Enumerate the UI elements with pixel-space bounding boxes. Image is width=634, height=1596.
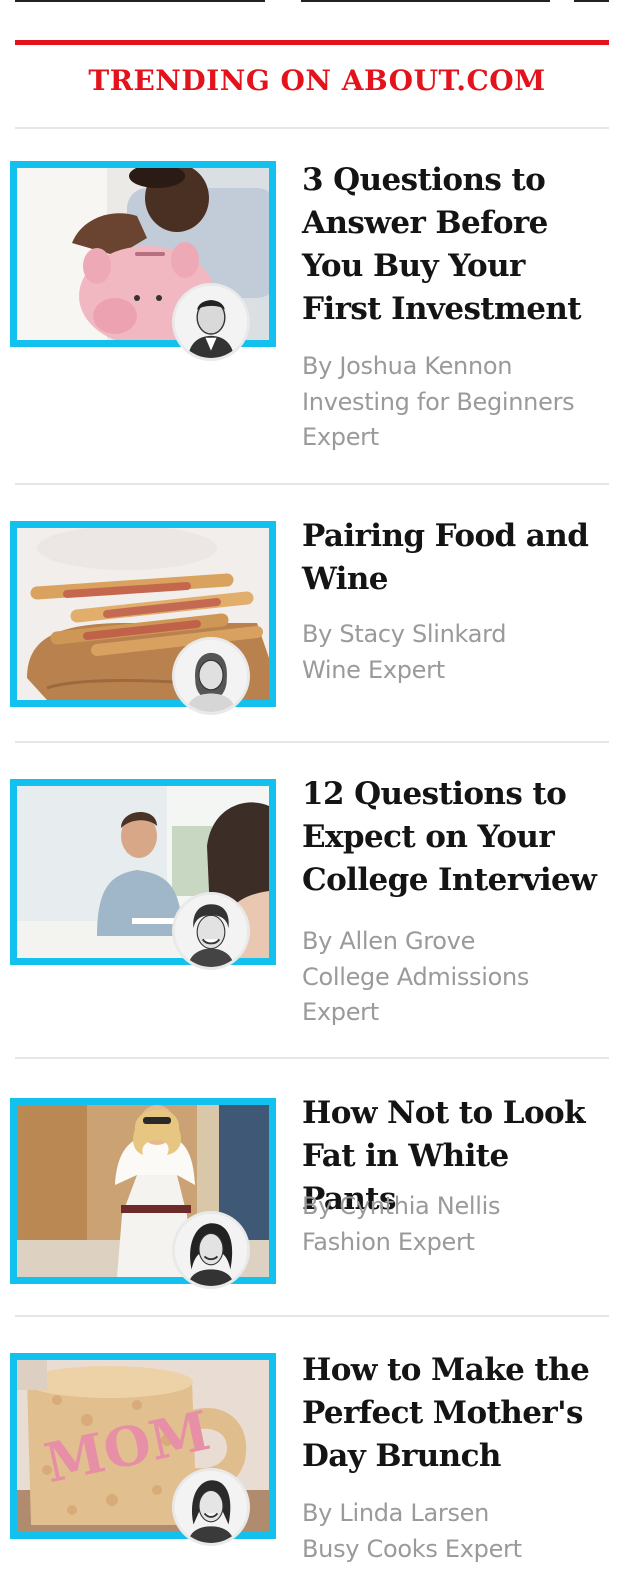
author-name: By Joshua Kennon — [302, 352, 513, 380]
author-avatar — [172, 1211, 250, 1289]
section-title: TRENDING ON ABOUT.COM — [88, 64, 546, 97]
author-avatar — [172, 892, 250, 970]
section-rule — [15, 40, 609, 45]
author-role: Investing for Beginners — [302, 387, 575, 416]
author-avatar — [172, 637, 250, 715]
author-role: College Admissions — [302, 962, 530, 991]
divider — [15, 741, 609, 743]
article-headline[interactable]: Pairing Food and Wine — [302, 515, 612, 601]
author-role: Expert — [302, 998, 379, 1026]
divider — [15, 127, 609, 129]
author-name: By Cynthia Nellis — [302, 1192, 501, 1220]
article-byline: By Linda Larsen Busy Cooks Expert — [302, 1496, 612, 1567]
author-name: By Allen Grove — [302, 927, 476, 955]
author-role: Busy Cooks Expert — [302, 1534, 522, 1563]
divider — [15, 483, 609, 485]
article-byline: By Allen Grove College Admissions Expert — [302, 924, 612, 1031]
divider — [15, 1315, 609, 1317]
author-role: Wine Expert — [302, 655, 445, 684]
article-byline: By Joshua Kennon Investing for Beginners… — [302, 349, 612, 456]
author-name: By Stacy Slinkard — [302, 620, 507, 648]
author-name: By Linda Larsen — [302, 1499, 490, 1527]
article-headline[interactable]: How to Make the Perfect Mother's Day Bru… — [302, 1349, 612, 1478]
article-headline[interactable]: 3 Questions to Answer Before You Buy You… — [302, 159, 612, 331]
previous-section-edge — [15, 0, 609, 2]
author-role: Expert — [302, 423, 379, 451]
author-avatar — [172, 1468, 250, 1546]
article-byline: By Stacy Slinkard Wine Expert — [302, 617, 612, 688]
author-avatar — [172, 283, 250, 361]
author-role: Fashion Expert — [302, 1227, 475, 1256]
divider — [15, 1057, 609, 1059]
article-byline: By Cynthia Nellis Fashion Expert — [302, 1189, 612, 1260]
article-headline[interactable]: 12 Questions to Expect on Your College I… — [302, 773, 612, 902]
